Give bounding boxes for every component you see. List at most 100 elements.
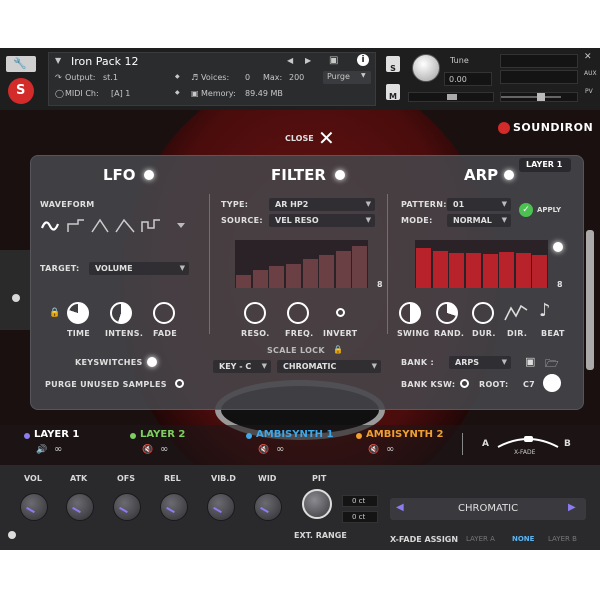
filter-step-sequencer[interactable] <box>235 240 368 288</box>
arp-pattern-dropdown[interactable]: 01 ▼ <box>447 198 511 211</box>
arp-step-sequencer[interactable] <box>415 240 548 288</box>
filter-power-led[interactable] <box>335 170 345 180</box>
filter-freq-knob[interactable] <box>287 302 309 324</box>
prev-instrument-arrow[interactable]: ◀ <box>287 56 293 65</box>
step-bar[interactable] <box>532 255 547 288</box>
bank-ksw-toggle[interactable] <box>460 379 469 388</box>
camera-icon[interactable]: ▣ <box>329 55 338 66</box>
pan-slider[interactable] <box>408 92 494 102</box>
collapse-arrow-icon[interactable]: ▼ <box>55 56 61 65</box>
arp-beat-note-icon[interactable]: ♪ <box>539 300 551 321</box>
speaker-mute-icon[interactable]: 🔇 <box>258 445 269 455</box>
scale-lock-icon[interactable]: 🔒 <box>333 345 343 354</box>
lfo-fade-knob[interactable] <box>153 302 175 324</box>
step-bar[interactable] <box>466 253 481 288</box>
tune-knob[interactable] <box>412 54 440 82</box>
xfade-option-layer-b[interactable]: LAYER B <box>548 535 577 543</box>
midi-dropdown-icon[interactable]: ◆ <box>175 89 180 96</box>
step-bar[interactable] <box>449 253 464 288</box>
purge-unused-toggle[interactable] <box>175 379 184 388</box>
purge-button[interactable]: Purge ▼ <box>323 71 371 84</box>
lock-icon[interactable]: 🔒 <box>49 308 60 318</box>
bank-dropdown[interactable]: ARPS ▼ <box>449 356 511 369</box>
filter-invert-toggle[interactable] <box>336 308 345 317</box>
pv-label[interactable]: PV <box>585 88 593 95</box>
bottom-knob-5[interactable] <box>207 493 235 521</box>
instrument-name[interactable]: Iron Pack 12 <box>71 55 139 68</box>
layer-tab-3[interactable]: AMBISYNTH 1 🔇 ∞ <box>246 429 356 461</box>
scale-dropdown[interactable]: CHROMATIC ▼ <box>277 360 381 373</box>
next-instrument-arrow[interactable]: ▶ <box>305 56 311 65</box>
output-dropdown-icon[interactable]: ◆ <box>175 73 180 80</box>
bottom-knob-4[interactable] <box>160 493 188 521</box>
aux-label[interactable]: AUX <box>584 70 597 77</box>
step-bar[interactable] <box>236 275 251 288</box>
bottom-knob-3[interactable] <box>113 493 141 521</box>
step-bar[interactable] <box>303 259 318 288</box>
lfo-target-dropdown[interactable]: VOLUME ▼ <box>89 262 189 275</box>
root-knob[interactable] <box>543 374 561 392</box>
scale-display[interactable]: ◀ CHROMATIC ▶ <box>390 498 586 520</box>
arp-dur-knob[interactable] <box>472 302 494 324</box>
step-bar[interactable] <box>516 253 531 288</box>
filter-source-dropdown[interactable]: VEL RESO ▼ <box>269 214 375 227</box>
wrench-button[interactable]: 🔧 <box>6 56 36 72</box>
apply-button[interactable]: ✓ APPLY <box>519 202 575 218</box>
output-value[interactable]: st.1 <box>103 73 118 82</box>
step-bar[interactable] <box>269 266 284 288</box>
link-icon[interactable]: ∞ <box>54 444 62 455</box>
layer-tab-2[interactable]: LAYER 2 🔇 ∞ <box>130 429 240 461</box>
step-bar[interactable] <box>483 254 498 288</box>
bottom-knob-2[interactable] <box>66 493 94 521</box>
step-bar[interactable] <box>286 264 301 288</box>
pitch-knob[interactable] <box>302 489 332 519</box>
ct-bottom-box[interactable]: 0 ct <box>342 511 378 523</box>
speaker-mute-icon[interactable]: 🔇 <box>142 445 153 455</box>
layer-tab-1[interactable]: LAYER 1 🔊 ∞ <box>24 429 134 461</box>
info-icon[interactable]: i <box>357 54 369 66</box>
xfade-arc[interactable] <box>496 433 560 449</box>
lfo-time-knob[interactable] <box>67 302 89 324</box>
arp-rand-knob[interactable] <box>436 302 458 324</box>
scale-prev-arrow[interactable]: ◀ <box>396 502 404 513</box>
layer-tab-4[interactable]: AMBISYNTH 2 🔇 ∞ <box>356 429 466 461</box>
close-label[interactable]: CLOSE <box>285 134 314 143</box>
arp-mode-dropdown[interactable]: NORMAL ▼ <box>447 214 511 227</box>
step-bar[interactable] <box>352 246 367 288</box>
step-bar[interactable] <box>416 248 431 288</box>
lfo-intens-knob[interactable] <box>110 302 132 324</box>
scrollbar[interactable] <box>586 230 594 370</box>
solo-button[interactable]: S <box>386 56 400 73</box>
key-dropdown[interactable]: KEY - C ▼ <box>213 360 271 373</box>
filter-type-dropdown[interactable]: AR HP2 ▼ <box>269 198 375 211</box>
arp-sequencer-led[interactable] <box>553 242 563 252</box>
link-icon[interactable]: ∞ <box>160 444 168 455</box>
arp-direction-icon[interactable] <box>503 302 529 324</box>
step-bar[interactable] <box>336 251 351 288</box>
xfade-option-none[interactable]: NONE <box>512 535 534 543</box>
volume-slider[interactable] <box>500 92 578 102</box>
ct-top-box[interactable]: 0 ct <box>342 495 378 507</box>
mute-button[interactable]: M <box>386 84 400 101</box>
tune-value-box[interactable]: 0.00 <box>444 72 492 86</box>
xfade-control[interactable]: A X-FADE B <box>462 429 582 461</box>
step-bar[interactable] <box>253 270 268 288</box>
midi-value[interactable]: [A] 1 <box>111 89 130 98</box>
link-icon[interactable]: ∞ <box>386 444 394 455</box>
step-bar[interactable] <box>319 255 334 288</box>
keyswitches-toggle[interactable] <box>147 357 157 367</box>
filter-steps-count[interactable]: 8 <box>377 280 383 289</box>
waveform-selector[interactable] <box>40 216 190 236</box>
folder-icon[interactable]: 🗁 <box>545 355 559 374</box>
close-instrument-icon[interactable]: ✕ <box>584 52 592 62</box>
bottom-knob-1[interactable] <box>20 493 48 521</box>
link-icon[interactable]: ∞ <box>276 444 284 455</box>
step-bar[interactable] <box>499 252 514 288</box>
arp-power-led[interactable] <box>504 170 514 180</box>
xfade-option-layer-a[interactable]: LAYER A <box>466 535 495 543</box>
filter-reso-knob[interactable] <box>244 302 266 324</box>
arp-steps-count[interactable]: 8 <box>557 280 563 289</box>
arp-swing-knob[interactable] <box>399 302 421 324</box>
root-value[interactable]: C7 <box>523 380 535 389</box>
save-icon[interactable]: ▣ <box>525 355 535 368</box>
